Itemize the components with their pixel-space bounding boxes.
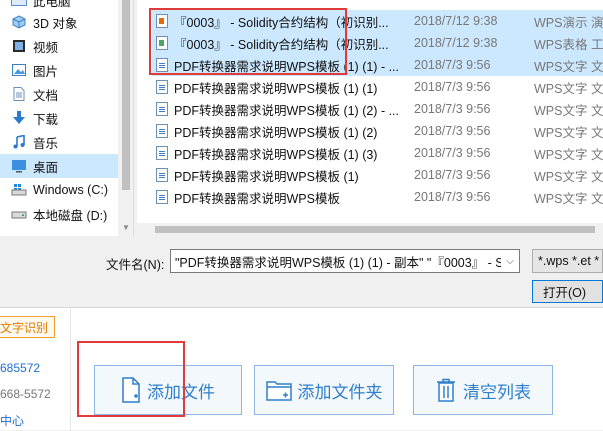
drive-icon [11, 207, 27, 221]
chevron-down-icon[interactable]: ⌵ [501, 256, 519, 267]
ocr-tab[interactable]: 文字识别 [0, 316, 55, 338]
3d-objects-icon [11, 15, 27, 29]
computer-icon [11, 0, 27, 6]
file-row[interactable]: PDF转换器需求说明WPS模板 (1) 2018/7/3 9:56 WPS文字 … [152, 164, 603, 186]
nav-item-drive-d[interactable]: 本地磁盘 (D:) [0, 202, 133, 226]
nav-item-videos[interactable]: 视频 [0, 34, 133, 58]
file-row[interactable]: PDF转换器需求说明WPS模板 2018/7/3 9:56 WPS文字 文 [152, 186, 603, 208]
filename-value[interactable]: "PDF转换器需求说明WPS模板 (1) (1) - 副本" "『0003』 -… [171, 252, 501, 271]
wps-presentation-file-icon [156, 14, 168, 28]
nav-item-documents[interactable]: 文档 [0, 82, 133, 106]
wps-document-file-icon [156, 168, 168, 182]
filename-label: 文件名(N): [106, 258, 165, 272]
wps-document-file-icon [156, 102, 168, 116]
horizontal-scroll-thumb[interactable] [155, 226, 595, 233]
wps-document-file-icon [156, 146, 168, 160]
add-file-icon [121, 377, 141, 403]
navigation-scroll-thumb[interactable] [122, 0, 130, 190]
video-icon [11, 39, 27, 53]
wps-document-file-icon [156, 190, 168, 204]
documents-icon [11, 87, 27, 101]
add-folder-button[interactable]: 添加文件夹 [254, 365, 394, 415]
file-list: 『0003』 - Solidity合约结构（初识别... 2018/7/12 9… [137, 0, 603, 236]
nav-item-downloads[interactable]: 下载 [0, 106, 133, 130]
file-row[interactable]: PDF转换器需求说明WPS模板 (1) (1) 2018/7/3 9:56 WP… [152, 76, 603, 98]
file-row[interactable]: PDF转换器需求说明WPS模板 (1) (2) - ... 2018/7/3 9… [152, 98, 603, 120]
file-row[interactable]: 『0003』 - Solidity合约结构（初识别... 2018/7/12 9… [152, 32, 603, 54]
app-background-panel: 文字识别 685572 668-5572 中心 添加文件 添加文件夹 清空列表 [0, 307, 603, 431]
help-center-link[interactable]: 中心 [0, 412, 24, 429]
open-button[interactable]: 打开(O) [532, 280, 603, 303]
nav-item-desktop[interactable]: 桌面 [0, 154, 133, 178]
navigation-pane: 此电脑 3D 对象 视频 图片 文档 下载 音乐 桌面 Windows (C:)… [0, 0, 134, 236]
add-folder-icon [265, 379, 292, 401]
file-list-horizontal-scrollbar[interactable] [137, 223, 603, 236]
add-file-button[interactable]: 添加文件 [94, 365, 242, 415]
wps-document-file-icon [156, 58, 168, 72]
scroll-down-arrow-icon[interactable]: ▼ [121, 223, 131, 232]
nav-item-music[interactable]: 音乐 [0, 130, 133, 154]
file-row[interactable]: PDF转换器需求说明WPS模板 (1) (2) 2018/7/3 9:56 WP… [152, 120, 603, 142]
file-type-select[interactable]: *.wps *.et * [532, 249, 603, 273]
panel-divider [70, 308, 71, 431]
file-row[interactable]: 『0003』 - Solidity合约结构（初识别... 2018/7/12 9… [152, 10, 603, 32]
file-open-dialog: 此电脑 3D 对象 视频 图片 文档 下载 音乐 桌面 Windows (C:)… [0, 0, 603, 307]
trash-icon [435, 378, 457, 402]
wps-spreadsheet-file-icon [156, 36, 168, 50]
file-row[interactable]: PDF转换器需求说明WPS模板 (1) (3) 2018/7/3 9:56 WP… [152, 142, 603, 164]
nav-item-pictures[interactable]: 图片 [0, 58, 133, 82]
nav-item-3d-objects[interactable]: 3D 对象 [0, 10, 133, 34]
pictures-icon [11, 63, 27, 77]
navigation-scrollbar[interactable]: ▼ [118, 0, 133, 236]
contact-number: 668-5572 [0, 387, 51, 401]
filename-field[interactable]: "PDF转换器需求说明WPS模板 (1) (1) - 副本" "『0003』 -… [170, 249, 520, 273]
wps-document-file-icon [156, 124, 168, 138]
music-icon [11, 134, 27, 149]
wps-document-file-icon [156, 80, 168, 94]
contact-link[interactable]: 685572 [0, 361, 40, 375]
download-icon [11, 111, 27, 125]
desktop-icon [11, 159, 27, 173]
nav-item-drive-c[interactable]: Windows (C:) [0, 178, 133, 202]
file-row[interactable]: PDF转换器需求说明WPS模板 (1) (1) - ... 2018/7/3 9… [152, 54, 603, 76]
windows-drive-icon [11, 183, 27, 197]
clear-list-button[interactable]: 清空列表 [413, 365, 553, 415]
